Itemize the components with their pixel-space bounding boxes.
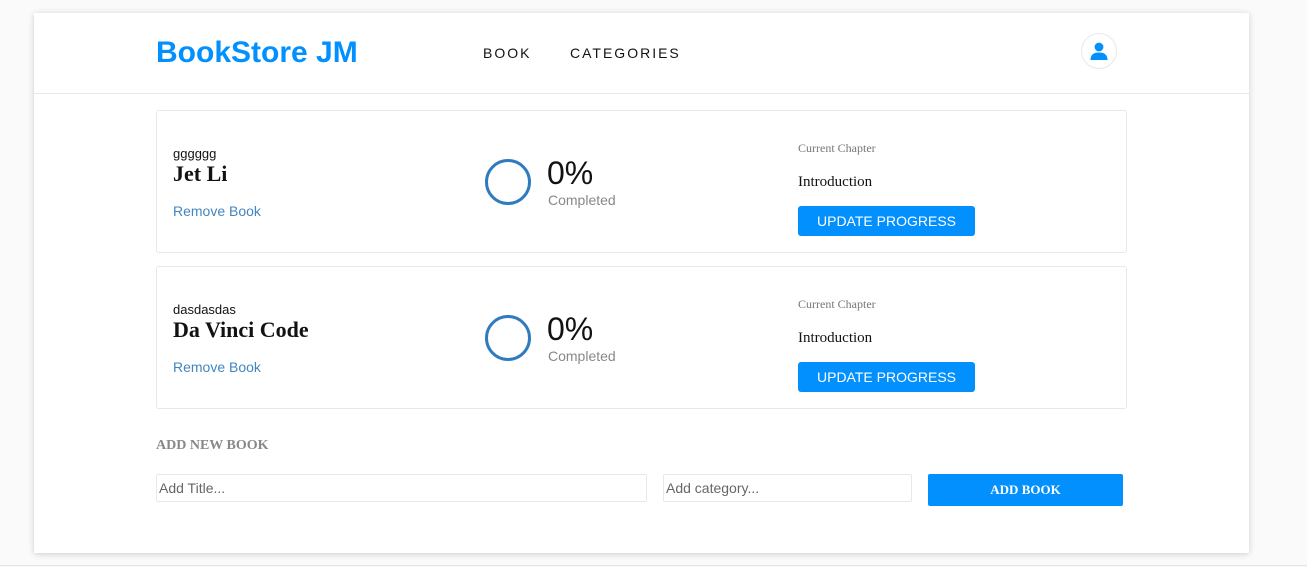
- progress-percent: 0%: [547, 155, 594, 191]
- update-progress-button[interactable]: UPDATE PROGRESS: [798, 362, 975, 392]
- nav-categories[interactable]: CATEGORIES: [570, 45, 681, 61]
- title-input[interactable]: [156, 474, 647, 502]
- header: BookStore JM BOOK CATEGORIES: [34, 13, 1249, 94]
- book-card: dasdasdas Da Vinci Code Remove Book 0% C…: [156, 266, 1127, 409]
- add-book-heading: ADD NEW BOOK: [156, 438, 269, 453]
- current-chapter-label: Current Chapter: [798, 297, 876, 311]
- completed-label: Completed: [548, 348, 616, 364]
- current-chapter: Introduction: [798, 330, 873, 346]
- page-divider: [0, 565, 1307, 566]
- completed-label: Completed: [548, 192, 616, 208]
- book-card: gggggg Jet Li Remove Book 0% Completed C…: [156, 110, 1127, 253]
- update-progress-button[interactable]: UPDATE PROGRESS: [798, 206, 975, 236]
- logo[interactable]: BookStore JM: [156, 35, 358, 71]
- book-genre: dasdasdas: [173, 302, 236, 317]
- remove-book-button[interactable]: Remove Book: [173, 359, 261, 375]
- progress-ring: [485, 159, 531, 205]
- add-book-button[interactable]: ADD BOOK: [928, 474, 1123, 506]
- category-input[interactable]: [663, 474, 912, 502]
- book-genre: gggggg: [173, 146, 217, 161]
- nav-book[interactable]: BOOK: [483, 45, 531, 61]
- current-chapter-label: Current Chapter: [798, 141, 876, 155]
- book-title: Da Vinci Code: [173, 317, 309, 342]
- progress-ring: [485, 315, 531, 361]
- remove-book-button[interactable]: Remove Book: [173, 203, 261, 219]
- user-icon: [1090, 42, 1108, 60]
- current-chapter: Introduction: [798, 174, 873, 190]
- progress-percent: 0%: [547, 311, 594, 347]
- user-avatar-button[interactable]: [1081, 33, 1117, 69]
- app-panel: BookStore JM BOOK CATEGORIES gggggg Jet …: [34, 13, 1249, 553]
- book-title: Jet Li: [173, 161, 228, 186]
